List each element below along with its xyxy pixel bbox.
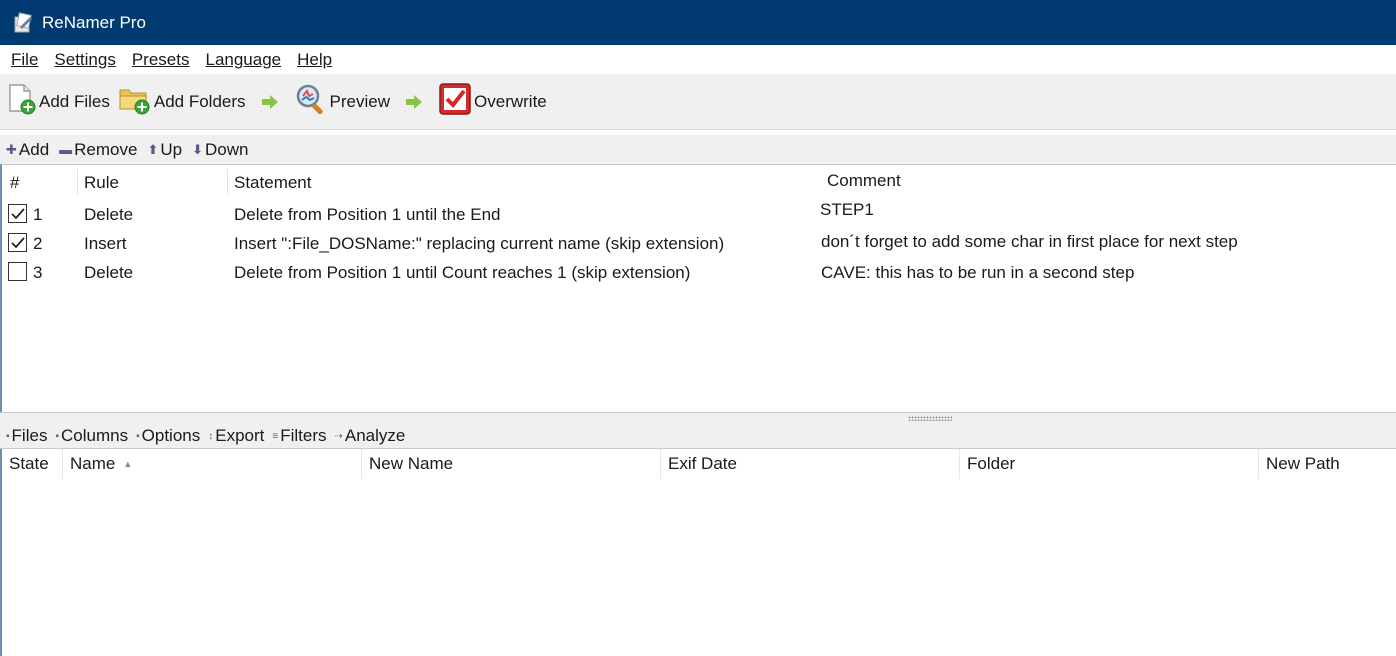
export-menu-button[interactable]: ↕ Export — [208, 426, 264, 446]
column-header-label: Folder — [967, 454, 1016, 473]
rules-table: # Rule Statement Comment 1 Delete Delete… — [0, 164, 1396, 412]
plus-icon: ✚ — [6, 141, 17, 157]
menu-help[interactable]: Help — [289, 50, 340, 70]
analyze-menu-button[interactable]: ⇢ Analyze — [335, 426, 406, 446]
menu-settings[interactable]: Settings — [46, 50, 123, 70]
main-toolbar: Add Files Add Folders Preview Overwrite — [0, 74, 1396, 130]
move-down-label: Down — [205, 139, 249, 159]
column-header-new-path[interactable]: New Path — [1259, 449, 1396, 479]
add-folders-button[interactable]: Add Folders — [118, 84, 246, 120]
dropdown-icon: ▪ — [136, 430, 140, 442]
arrow-up-icon: ⬆ — [147, 141, 159, 157]
column-header-rule[interactable]: Rule — [84, 173, 119, 193]
rule-name: Delete — [84, 263, 134, 282]
rule-statement: Delete from Position 1 until the End — [234, 205, 501, 224]
add-files-label: Add Files — [39, 91, 110, 111]
rule-enabled-checkbox[interactable] — [8, 233, 27, 252]
overwrite-label: Overwrite — [474, 91, 547, 111]
rule-name: Delete — [84, 205, 134, 224]
export-menu-label: Export — [215, 426, 265, 445]
files-toolbar: ▪ Files ▪ Columns ▪ Options ↕ Export ≡ F… — [0, 424, 1396, 449]
add-file-icon — [7, 83, 37, 120]
filters-menu-label: Filters — [280, 426, 327, 445]
column-header-comment[interactable]: Comment — [827, 171, 901, 191]
column-divider — [227, 169, 228, 195]
column-divider — [77, 169, 78, 195]
arrow-right-icon — [261, 94, 278, 109]
column-header-exif-date[interactable]: Exif Date — [661, 449, 960, 479]
rule-number: 2 — [33, 234, 43, 253]
remove-rule-button[interactable]: ▬ Remove — [59, 140, 137, 160]
rule-statement: Delete from Position 1 until Count reach… — [234, 263, 691, 282]
rule-row[interactable]: 1 Delete Delete from Position 1 until th… — [2, 200, 1392, 228]
arrow-right-icon — [406, 94, 423, 109]
move-down-button[interactable]: ⬇ Down — [192, 140, 248, 160]
options-menu-button[interactable]: ▪ Options — [136, 426, 200, 446]
column-header-statement[interactable]: Statement — [234, 173, 312, 193]
rules-toolbar: ✚ Add ▬ Remove ⬆ Up ⬇ Down — [0, 135, 1396, 164]
dropdown-icon: ↕ — [208, 430, 214, 442]
title-bar: ReNamer Pro — [0, 0, 1396, 45]
checkmark-icon — [11, 237, 25, 249]
column-header-folder[interactable]: Folder — [960, 449, 1259, 479]
files-table: State Name ▲ New Name Exif Date Folder N… — [0, 449, 1396, 656]
preview-button[interactable]: Preview — [294, 84, 390, 120]
rule-statement: Insert ":File_DOSName:" replacing curren… — [234, 234, 725, 253]
rule-name: Insert — [84, 234, 127, 253]
rule-enabled-checkbox[interactable] — [8, 204, 27, 223]
overwrite-button[interactable]: Overwrite — [438, 82, 547, 121]
move-up-button[interactable]: ⬆ Up — [147, 140, 182, 160]
column-header-label: Name — [70, 454, 116, 473]
column-header-number[interactable]: # — [10, 173, 19, 193]
checkmark-icon — [11, 208, 25, 220]
splitter-grip[interactable] — [908, 416, 952, 421]
options-menu-label: Options — [141, 426, 201, 445]
add-files-button[interactable]: Add Files — [7, 84, 110, 120]
rule-number: 3 — [33, 263, 43, 282]
column-header-label: New Path — [1266, 454, 1340, 473]
column-header-name[interactable]: Name ▲ — [63, 449, 362, 479]
add-folder-icon — [118, 83, 152, 120]
arrow-down-icon: ⬇ — [192, 141, 204, 157]
files-menu-label: Files — [11, 426, 48, 445]
add-rule-button[interactable]: ✚ Add — [6, 140, 49, 160]
rule-row[interactable]: 2 Insert Insert ":File_DOSName:" replaci… — [2, 229, 1392, 257]
sort-ascending-icon: ▲ — [123, 459, 133, 469]
files-menu-button[interactable]: ▪ Files — [6, 426, 47, 446]
rule-row[interactable]: 3 Delete Delete from Position 1 until Co… — [2, 258, 1392, 286]
filters-menu-button[interactable]: ≡ Filters — [272, 426, 326, 446]
app-icon — [12, 11, 34, 34]
dropdown-icon: ⇢ — [334, 430, 343, 442]
rule-enabled-checkbox[interactable] — [8, 262, 27, 281]
columns-menu-label: Columns — [61, 426, 129, 445]
analyze-menu-label: Analyze — [344, 426, 406, 445]
menu-presets[interactable]: Presets — [124, 50, 198, 70]
minus-icon: ▬ — [59, 142, 73, 157]
columns-menu-button[interactable]: ▪ Columns — [55, 426, 128, 446]
rule-comment: don´t forget to add some char in first p… — [821, 232, 1238, 251]
column-header-label: New Name — [369, 454, 454, 473]
column-header-label: Exif Date — [668, 454, 737, 473]
rule-comment: STEP1 — [820, 200, 874, 219]
preview-label: Preview — [329, 91, 391, 111]
window-title: ReNamer Pro — [42, 12, 146, 32]
add-folders-label: Add Folders — [153, 91, 246, 111]
dropdown-icon: ≡ — [272, 430, 279, 442]
rule-number: 1 — [33, 205, 43, 224]
checkmark-icon — [438, 82, 472, 121]
column-header-state[interactable]: State — [2, 449, 63, 479]
dropdown-icon: ▪ — [6, 430, 10, 442]
rule-comment: CAVE: this has to be run in a second ste… — [821, 263, 1135, 282]
remove-rule-label: Remove — [74, 139, 138, 159]
menu-bar: File Settings Presets Language Help — [0, 45, 1396, 74]
menu-language[interactable]: Language — [197, 50, 289, 70]
magnifier-icon — [294, 82, 328, 121]
move-up-label: Up — [160, 139, 183, 159]
column-header-label: State — [9, 454, 49, 473]
add-rule-label: Add — [18, 139, 50, 159]
panel-splitter[interactable] — [0, 412, 1396, 424]
menu-file[interactable]: File — [3, 50, 46, 70]
dropdown-icon: ▪ — [55, 430, 59, 442]
column-header-new-name[interactable]: New Name — [362, 449, 661, 479]
